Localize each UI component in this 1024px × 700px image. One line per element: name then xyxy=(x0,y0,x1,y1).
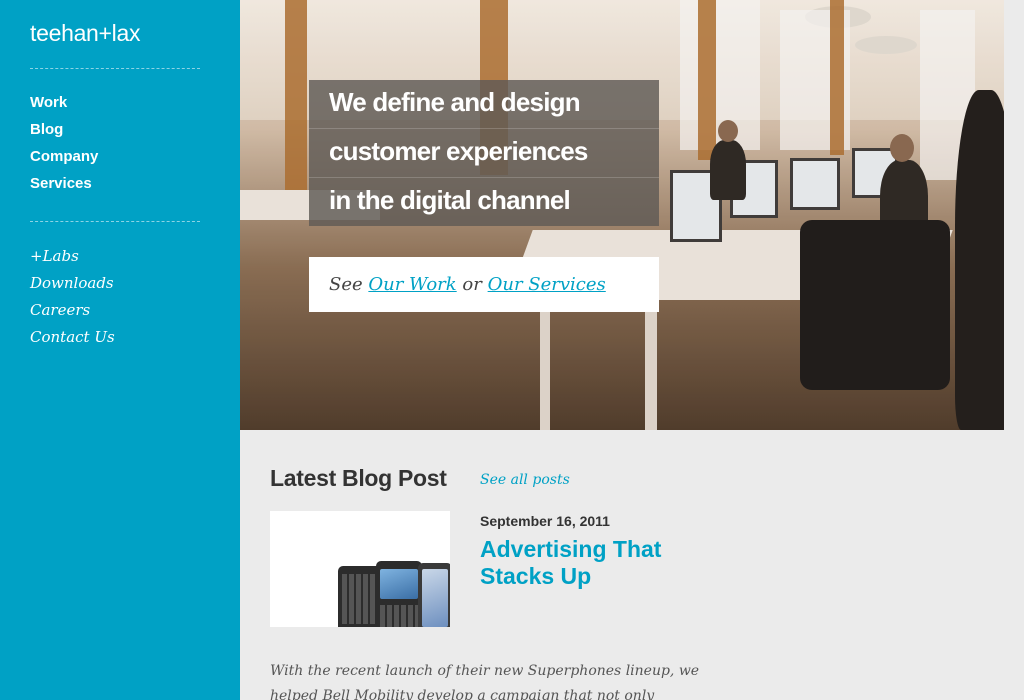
blog-section-heading: Latest Blog Post xyxy=(270,465,447,491)
nav-link-careers[interactable]: Careers xyxy=(30,301,90,319)
hero-tagline: We define and design customer experience… xyxy=(309,80,659,226)
see-all-posts-link[interactable]: See all posts xyxy=(480,472,570,488)
hero-banner: We define and design customer experience… xyxy=(240,0,1004,430)
nav-link-company[interactable]: Company xyxy=(30,148,98,165)
our-work-link[interactable]: Our Work xyxy=(368,274,456,295)
nav-item-downloads: Downloads xyxy=(30,274,115,301)
nav-link-blog[interactable]: Blog xyxy=(30,121,63,138)
nav-link-contact[interactable]: Contact Us xyxy=(30,328,115,346)
sidebar-divider xyxy=(30,221,200,222)
hero-cta-box: See Our Work or Our Services xyxy=(309,257,659,312)
secondary-nav: +Labs Downloads Careers Contact Us xyxy=(30,247,115,355)
nav-link-work[interactable]: Work xyxy=(30,94,67,111)
phone-image xyxy=(376,561,422,627)
nav-item-blog: Blog xyxy=(30,121,98,148)
hero-tagline-line: customer experiences xyxy=(309,129,659,178)
cta-prefix: See xyxy=(329,274,363,295)
phone-keyboard xyxy=(380,605,418,627)
nav-item-careers: Careers xyxy=(30,301,115,328)
site-logo[interactable]: teehan+lax xyxy=(30,20,140,47)
nav-item-company: Company xyxy=(30,148,98,175)
hero-tagline-line: We define and design xyxy=(309,80,659,129)
phone-screen xyxy=(422,569,448,627)
phone-image xyxy=(418,563,450,627)
nav-item-labs: +Labs xyxy=(30,247,115,274)
our-services-link[interactable]: Our Services xyxy=(488,274,606,295)
nav-item-services: Services xyxy=(30,175,98,202)
blog-post-excerpt: With the recent launch of their new Supe… xyxy=(270,663,700,700)
nav-link-services[interactable]: Services xyxy=(30,175,92,192)
blog-post-title[interactable]: Advertising That Stacks Up xyxy=(480,536,720,590)
sidebar: teehan+lax Work Blog Company Services +L… xyxy=(0,0,240,700)
hero-tagline-line: in the digital channel xyxy=(309,178,659,226)
cta-middle: or xyxy=(462,274,482,295)
blog-post-thumbnail[interactable] xyxy=(270,511,450,627)
phone-screen xyxy=(380,569,418,599)
nav-link-downloads[interactable]: Downloads xyxy=(30,274,114,292)
primary-nav: Work Blog Company Services xyxy=(30,94,98,202)
nav-item-work: Work xyxy=(30,94,98,121)
sidebar-divider xyxy=(30,68,200,69)
nav-item-contact: Contact Us xyxy=(30,328,115,355)
nav-link-labs[interactable]: +Labs xyxy=(30,247,79,265)
blog-post-date: September 16, 2011 xyxy=(480,513,610,529)
